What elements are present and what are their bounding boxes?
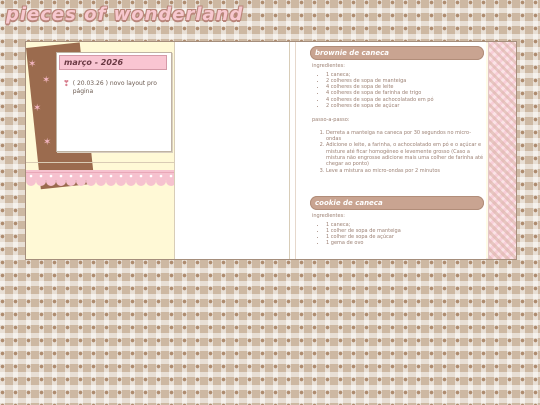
- ingredients-list: 1 caneca; 1 colher de sopa de manteiga 1…: [310, 222, 484, 247]
- main-frame: ✶ ✶ ✶ ✶ março - 2026 ❣ ( 20.03.26 ) novo…: [25, 41, 517, 260]
- post-title: brownie de caneca: [310, 46, 484, 60]
- list-item: Derreta a manteiga na caneca por 30 segu…: [326, 130, 484, 143]
- ingredients-list: 1 caneca; 2 colheres de sopa de manteiga…: [310, 72, 484, 110]
- update-note-card: março - 2026 ❣ ( 20.03.26 ) novo layout …: [56, 52, 172, 152]
- star-icon: ✶: [42, 75, 51, 86]
- recipe-column[interactable]: brownie de caneca ingredientes: 1 caneca…: [290, 42, 486, 259]
- post-brownie: brownie de caneca ingredientes: 1 caneca…: [310, 46, 484, 174]
- list-item: Leve a mistura ao micro-ondas por 2 minu…: [326, 168, 484, 174]
- ingredients-label: ingredientes:: [312, 63, 345, 69]
- star-icon: ✶: [33, 103, 42, 114]
- plaid-strip-decoration: [488, 42, 516, 259]
- post-title: cookie de caneca: [310, 196, 484, 210]
- star-icon: ✶: [43, 137, 52, 148]
- steps-label: passo-a-passo:: [312, 117, 350, 124]
- left-sidebar: ✶ ✶ ✶ ✶ março - 2026 ❣ ( 20.03.26 ) novo…: [26, 42, 175, 259]
- update-entry-text: ( 20.03.26 ) novo layout pro página: [72, 80, 157, 95]
- divider: [26, 162, 174, 163]
- site-title: pieces of wonderland: [6, 4, 244, 25]
- lace-trim-decoration: [26, 170, 174, 186]
- center-content-panel: [175, 42, 290, 259]
- star-icon: ✶: [28, 59, 37, 70]
- ingredients-label: ingredientes:: [312, 213, 345, 219]
- list-item: Adicione o leite, a farinha, o achocolat…: [326, 142, 484, 167]
- post-cookie: cookie de caneca ingredientes: 1 caneca;…: [310, 196, 484, 247]
- list-item: 2 colheres de sopa de açúcar: [326, 103, 484, 109]
- list-item: 1 gema de ovo: [326, 240, 484, 246]
- heart-icon: ❣: [63, 79, 70, 88]
- note-title: março - 2026: [59, 55, 167, 70]
- update-entry: ❣ ( 20.03.26 ) novo layout pro página: [63, 80, 167, 96]
- steps-list: Derreta a manteiga na caneca por 30 segu…: [310, 130, 484, 174]
